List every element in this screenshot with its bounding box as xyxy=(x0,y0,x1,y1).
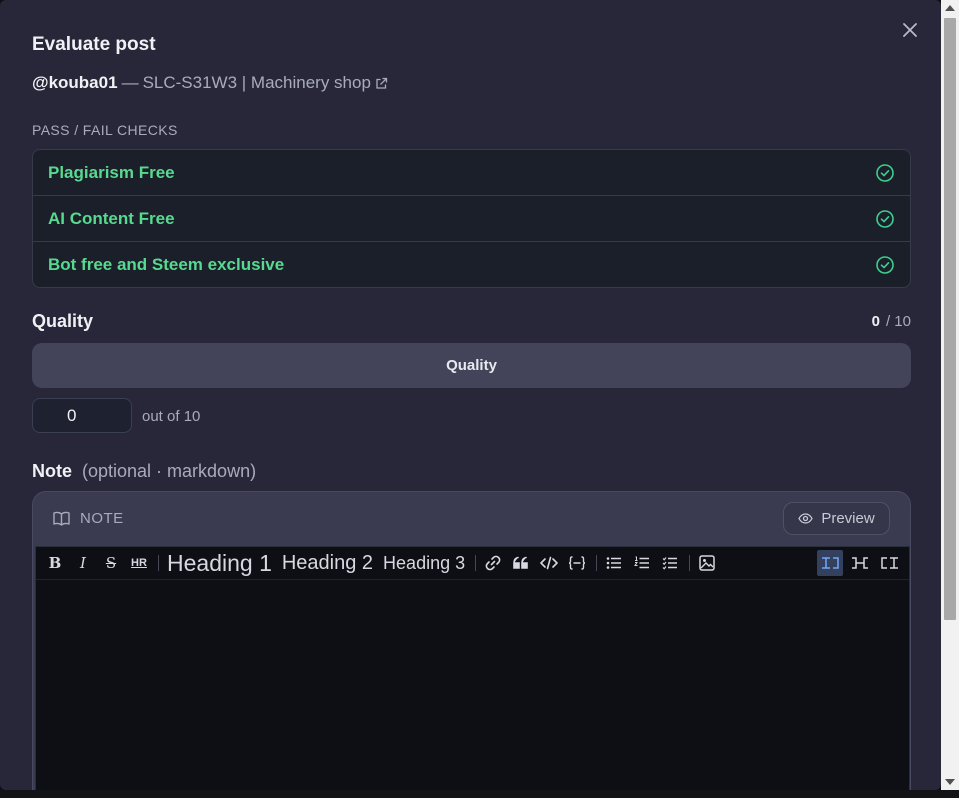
task-list-button[interactable] xyxy=(657,550,683,576)
image-icon xyxy=(699,555,715,571)
check-circle-icon xyxy=(875,209,895,229)
edit-mode-button[interactable] xyxy=(817,550,843,576)
scroll-up-arrow-icon[interactable] xyxy=(945,5,955,11)
background-strip xyxy=(0,790,959,798)
insert-image-button[interactable] xyxy=(694,550,720,576)
link-button[interactable] xyxy=(480,550,506,576)
quality-score-max: / 10 xyxy=(885,313,911,330)
scroll-down-arrow-icon[interactable] xyxy=(945,779,955,785)
quality-title: Quality xyxy=(32,311,94,331)
book-open-icon xyxy=(53,511,70,526)
note-hint: (optional · markdown) xyxy=(82,461,257,481)
evaluate-post-modal: Evaluate post @kouba01 — SLC-S31W3 | Mac… xyxy=(0,0,941,790)
author-handle[interactable]: @kouba01 xyxy=(32,73,118,93)
quality-score: 0 / 10 xyxy=(872,313,911,330)
checklist-icon xyxy=(662,557,678,570)
horizontal-rule-button[interactable]: HR xyxy=(126,550,152,576)
heading-1-button[interactable]: Heading 1 xyxy=(163,550,276,576)
note-textarea[interactable] xyxy=(36,580,909,774)
strikethrough-button[interactable]: S xyxy=(98,550,124,576)
check-circle-icon xyxy=(875,163,895,183)
note-card-label: NOTE xyxy=(80,510,124,527)
modal-title: Evaluate post xyxy=(32,34,156,55)
post-title-link[interactable]: SLC-S31W3 | Machinery shop xyxy=(143,73,371,93)
heading-2-button[interactable]: Heading 2 xyxy=(278,550,377,576)
preview-mode-icon xyxy=(881,557,898,569)
quality-number-input[interactable] xyxy=(32,398,132,433)
unordered-list-icon xyxy=(606,557,622,569)
close-icon xyxy=(903,23,917,37)
split-mode-icon xyxy=(852,557,868,569)
ordered-list-button[interactable] xyxy=(629,550,655,576)
post-reference: @kouba01 — SLC-S31W3 | Machinery shop xyxy=(32,73,388,93)
link-icon xyxy=(485,555,501,571)
code-icon xyxy=(540,556,558,570)
close-button[interactable] xyxy=(898,18,922,42)
dash-separator: — xyxy=(121,73,139,92)
pass-fail-section-label: PASS / FAIL CHECKS xyxy=(32,122,178,138)
preview-label: Preview xyxy=(821,510,875,527)
italic-button[interactable]: I xyxy=(70,550,96,576)
note-heading: Note (optional · markdown) xyxy=(32,461,256,482)
quality-score-value: 0 xyxy=(871,313,880,330)
markdown-editor: B I S HR Heading 1 Heading 2 Heading 3 xyxy=(35,546,910,790)
heading-3-button[interactable]: Heading 3 xyxy=(379,550,469,576)
check-label: Plagiarism Free xyxy=(48,162,175,182)
check-row-plagiarism[interactable]: Plagiarism Free xyxy=(33,150,910,196)
quote-icon xyxy=(513,556,528,569)
view-mode-toggle xyxy=(817,550,905,576)
external-link-icon[interactable] xyxy=(375,77,388,90)
code-block-button[interactable] xyxy=(564,550,590,576)
note-title: Note xyxy=(32,461,72,481)
toolbar-divider xyxy=(689,555,691,571)
eye-icon xyxy=(798,513,814,524)
scrollbar-thumb[interactable] xyxy=(944,18,956,620)
preview-button[interactable]: Preview xyxy=(783,502,890,535)
split-mode-button[interactable] xyxy=(847,550,873,576)
toolbar-divider xyxy=(596,555,598,571)
toolbar-divider xyxy=(158,555,159,571)
check-row-ai-content[interactable]: AI Content Free xyxy=(33,196,910,242)
pass-fail-checks-list: Plagiarism Free AI Content Free Bot free… xyxy=(32,149,911,288)
quote-button[interactable] xyxy=(508,550,534,576)
preview-mode-button[interactable] xyxy=(877,550,903,576)
edit-mode-icon xyxy=(822,557,839,569)
check-circle-icon xyxy=(875,255,895,275)
ordered-list-icon xyxy=(634,556,650,569)
check-label: AI Content Free xyxy=(48,208,175,228)
bold-button[interactable]: B xyxy=(42,550,68,576)
check-label: Bot free and Steem exclusive xyxy=(48,255,285,274)
toolbar-divider xyxy=(475,555,477,571)
unordered-list-button[interactable] xyxy=(601,550,627,576)
vertical-scrollbar[interactable] xyxy=(941,0,959,790)
quality-slider[interactable]: Quality xyxy=(32,343,911,388)
check-row-bot-free[interactable]: Bot free and Steem exclusive xyxy=(33,242,910,287)
note-card-header: NOTE xyxy=(53,510,124,527)
note-card: NOTE Preview B I S HR Heading 1 Heading … xyxy=(32,491,911,790)
editor-toolbar: B I S HR Heading 1 Heading 2 Heading 3 xyxy=(36,547,909,580)
out-of-label: out of 10 xyxy=(142,408,201,425)
inline-code-button[interactable] xyxy=(536,550,562,576)
code-block-icon xyxy=(569,556,586,570)
